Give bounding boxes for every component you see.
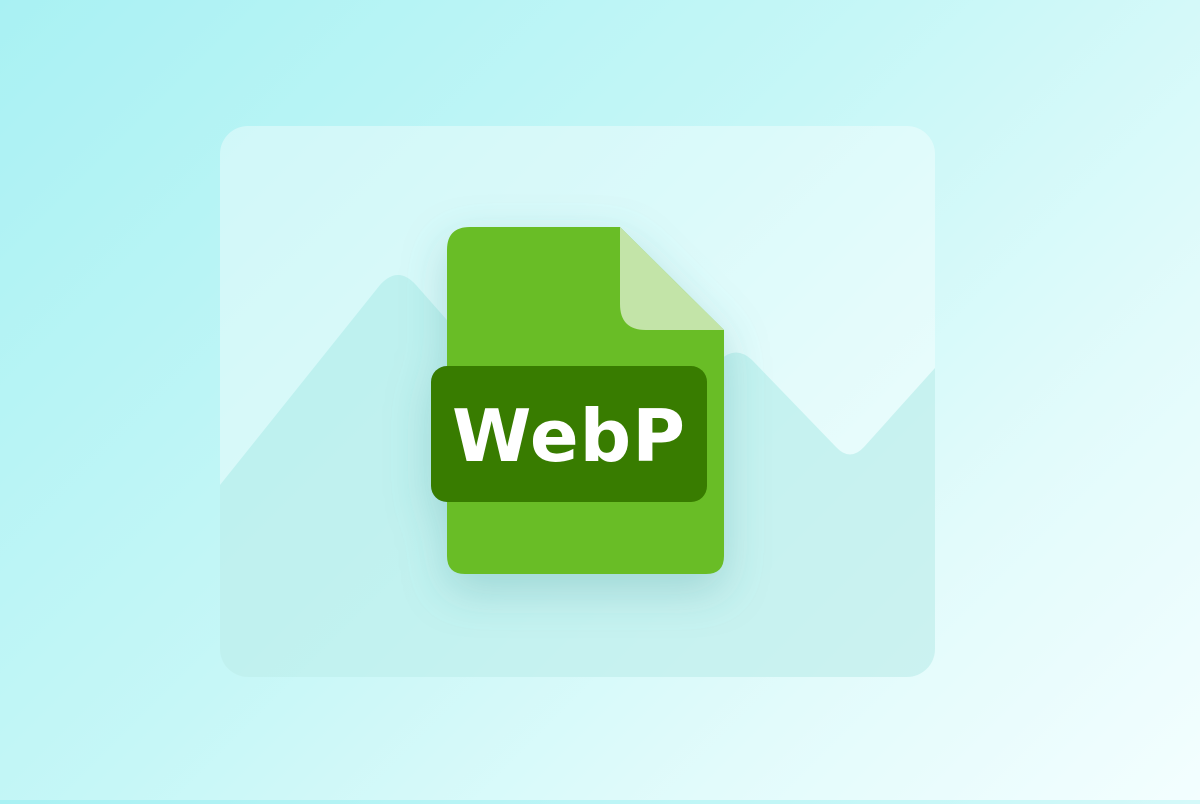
file-type-label: WebP [452, 394, 686, 478]
illustration: WebP [0, 0, 1200, 800]
